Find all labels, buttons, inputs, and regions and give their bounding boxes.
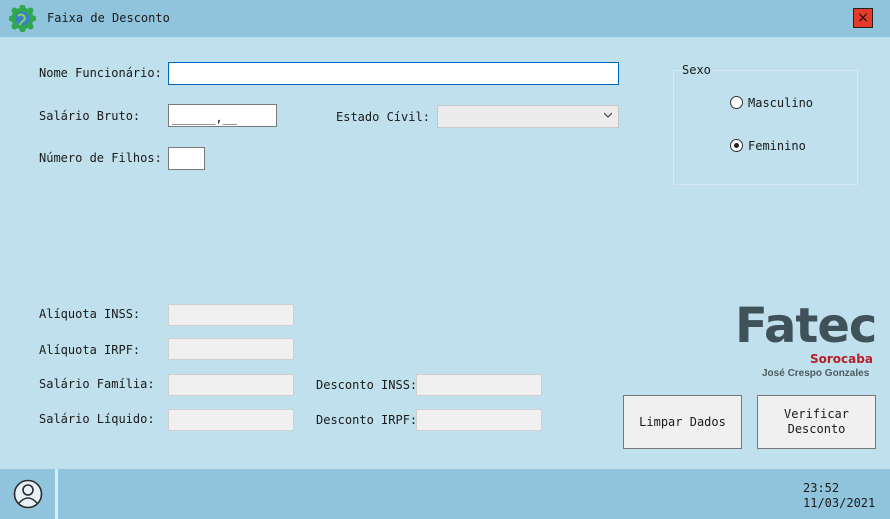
radio-selected-dot [734,143,739,148]
salario-bruto-label: Salário Bruto: [39,109,141,123]
aliquota-inss-label: Alíquota INSS: [39,307,141,321]
estado-civil-select[interactable] [437,105,619,128]
salario-familia-field [168,374,294,396]
taskbar [0,469,890,519]
aliquota-irpf-label: Alíquota IRPF: [39,343,141,357]
chevron-down-icon [604,112,612,118]
verificar-desconto-button[interactable]: Verificar Desconto [757,395,876,449]
aliquota-irpf-field [168,338,294,360]
sexo-group-title: Sexo [681,63,712,77]
close-button[interactable]: × [853,8,873,28]
sexo-groupbox [673,70,858,185]
limpar-dados-label: Limpar Dados [639,415,726,429]
nome-label: Nome Funcionário: [39,66,162,80]
app-icon [9,5,36,32]
fatec-logo-sorocaba: Sorocaba [810,352,873,366]
fatec-logo: Fatec [735,298,877,354]
aliquota-inss-field [168,304,294,326]
limpar-dados-button[interactable]: Limpar Dados [623,395,742,449]
desconto-inss-label: Desconto INSS: [316,378,418,392]
taskbar-clock: 23:52 11/03/2021 [803,481,875,511]
salario-familia-label: Salário Família: [39,377,155,391]
desconto-inss-field [416,374,542,396]
salario-liquido-field [168,409,294,431]
masculino-radio[interactable] [730,96,743,109]
filhos-label: Número de Filhos: [39,151,162,165]
feminino-radio[interactable] [730,139,743,152]
verificar-label-line1: Verificar [783,407,850,421]
clock-date: 11/03/2021 [803,496,876,510]
estado-civil-label: Estado Cívil: [336,110,430,124]
verificar-label-line2: Desconto [787,422,846,436]
nome-input[interactable] [168,62,619,85]
user-avatar-icon[interactable] [13,479,43,509]
taskbar-divider [55,469,58,519]
salario-bruto-input[interactable]: ______,__ [168,104,277,127]
desconto-irpf-field [416,409,542,431]
desconto-irpf-label: Desconto IRPF: [316,413,418,427]
masculino-label[interactable]: Masculino [748,96,813,110]
clock-time: 23:52 [803,481,840,495]
salario-liquido-label: Salário Líquido: [39,412,155,426]
filhos-input[interactable] [168,147,205,170]
window-title: Faixa de Desconto [47,11,170,25]
fatec-logo-name: José Crespo Gonzales [762,368,870,379]
feminino-label[interactable]: Feminino [748,139,806,153]
